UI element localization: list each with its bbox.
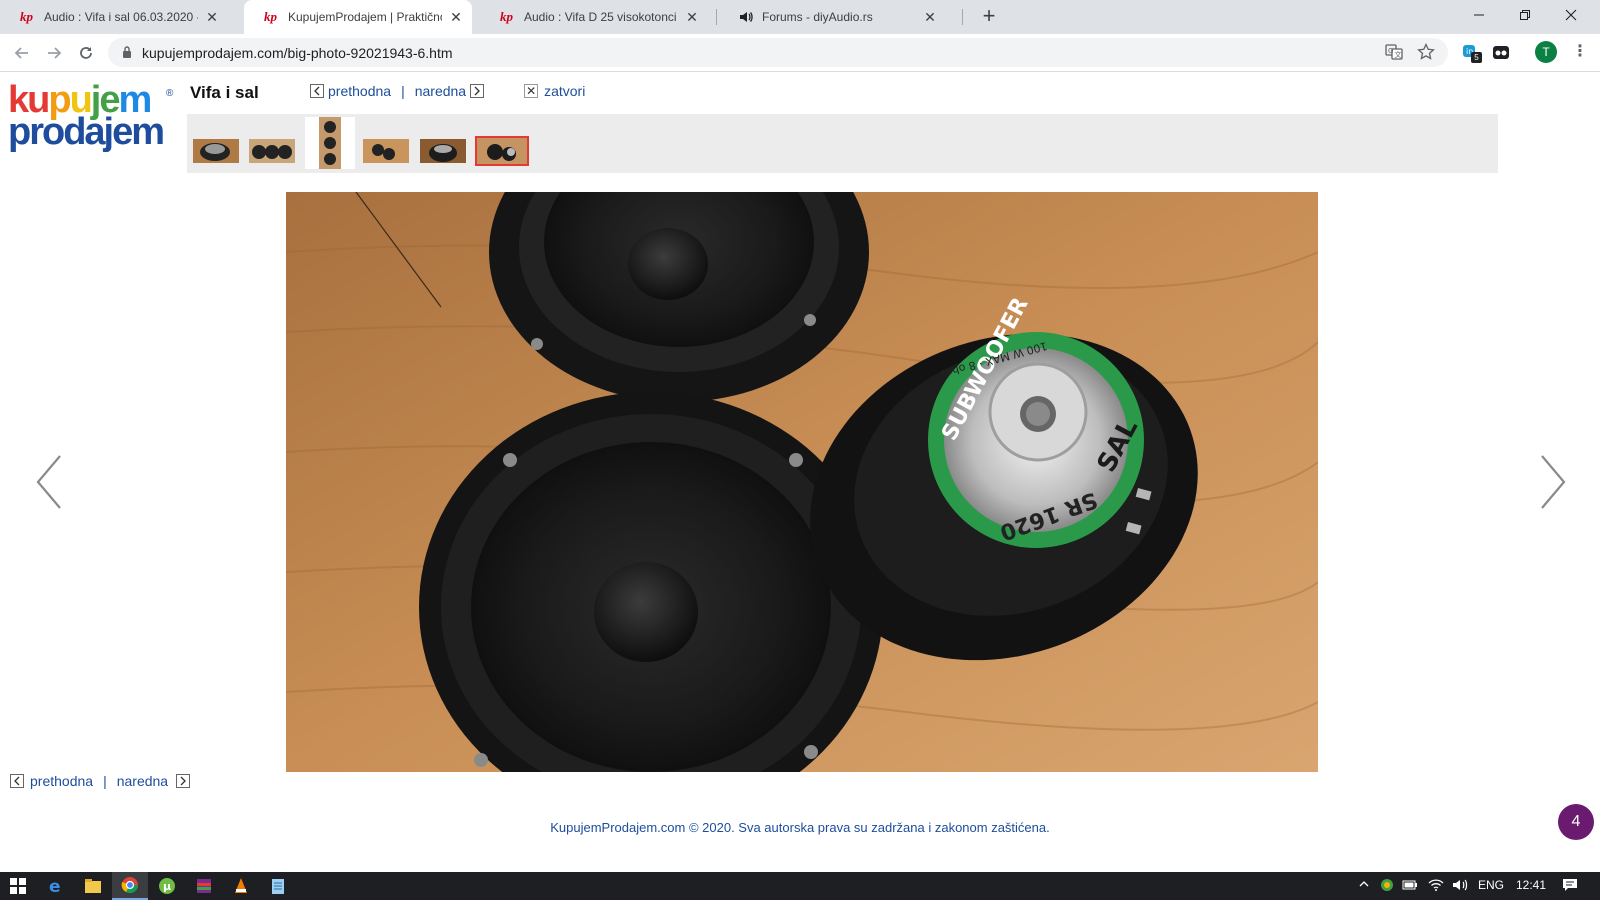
next-photo-link[interactable]: naredna: [117, 773, 168, 789]
thumbnail-4[interactable]: [363, 139, 409, 163]
thumbnail-2[interactable]: [249, 139, 295, 163]
close-tab-icon[interactable]: ✕: [922, 9, 938, 25]
forward-button[interactable]: [42, 41, 66, 65]
lock-icon: [123, 46, 131, 58]
minimize-icon: [1474, 14, 1484, 16]
tray-chevron-up-icon[interactable]: [1358, 878, 1370, 893]
svg-text:µ: µ: [163, 880, 171, 893]
kp-favicon-icon: kp: [20, 9, 33, 24]
windows-logo-icon: [10, 878, 26, 894]
new-tab-button[interactable]: +: [978, 5, 1000, 28]
prev-photo-link[interactable]: prethodna: [328, 83, 391, 99]
thumbnail-6-selected[interactable]: [475, 136, 529, 166]
restore-icon: [1520, 10, 1530, 20]
browser-menu-icon[interactable]: ⋮: [1572, 42, 1588, 62]
tab-title: KupujemProdajem | Praktično sve: [288, 10, 442, 24]
thumbnail-5[interactable]: [420, 139, 466, 163]
chevron-right-icon: [1541, 455, 1566, 509]
tab-kupujemprodajem[interactable]: kp KupujemProdajem | Praktično sve ✕: [244, 0, 472, 34]
profile-avatar[interactable]: T: [1535, 41, 1557, 63]
utorrent-taskbar-icon[interactable]: µ: [149, 872, 185, 900]
close-gallery-link[interactable]: zatvori: [544, 83, 585, 99]
nav-separator: |: [401, 83, 405, 99]
tab-strip: kp Audio : Vifa i sal 06.03.2020 - ID 9 …: [0, 0, 1600, 34]
tab-divider: [716, 9, 717, 25]
kp-favicon-icon: kp: [264, 9, 277, 24]
restore-window-button[interactable]: [1502, 0, 1548, 30]
extension-badge: 5: [1471, 52, 1482, 63]
tab-divider: [962, 9, 963, 25]
language-indicator[interactable]: ENG: [1478, 878, 1504, 892]
next-arrow-icon[interactable]: [176, 774, 191, 788]
close-tab-icon[interactable]: ✕: [684, 9, 700, 25]
minimize-window-button[interactable]: [1456, 0, 1502, 30]
chrome-taskbar-icon[interactable]: [112, 872, 148, 900]
browser-toolbar: kupujemprodajem.com/big-photo-92021943-6…: [0, 34, 1600, 72]
action-center-icon[interactable]: [1562, 878, 1578, 895]
nav-separator: |: [103, 773, 107, 789]
next-photo-link[interactable]: naredna: [415, 83, 466, 99]
volume-icon[interactable]: [1452, 878, 1468, 895]
url-text: kupujemprodajem.com/big-photo-92021943-6…: [142, 45, 453, 61]
logo-line-prodajem: prodajem: [8, 111, 165, 153]
logo-registered-mark: ®: [166, 88, 174, 99]
prev-arrow-icon[interactable]: [10, 774, 24, 788]
tab-title: Audio : Vifa D 25 visokotonci 06.0: [524, 10, 678, 24]
thumbnail-3[interactable]: [305, 117, 355, 169]
windows-start-button[interactable]: [0, 872, 36, 900]
svg-text:文: 文: [1395, 50, 1402, 59]
windows-taskbar: e µ ENG 12:41: [0, 872, 1600, 900]
photo-nav-top: prethodna | naredna ✕ zatvori: [310, 82, 585, 100]
speaker-icon: [738, 9, 754, 25]
next-photo-arrow[interactable]: [1538, 452, 1568, 512]
close-tab-icon[interactable]: ✕: [204, 9, 220, 25]
tab-manager-extension-icon[interactable]: [1492, 43, 1512, 63]
tab-diyaudio-forums[interactable]: Forums - diyAudio.rs ✕: [718, 0, 946, 34]
file-explorer-taskbar-icon[interactable]: [75, 872, 111, 900]
prev-photo-link[interactable]: prethodna: [30, 773, 93, 789]
clock[interactable]: 12:41: [1516, 878, 1546, 892]
tab-title: Forums - diyAudio.rs: [762, 10, 873, 24]
notepad-taskbar-icon[interactable]: [260, 872, 296, 900]
kp-favicon-icon: kp: [500, 9, 513, 24]
photo-nav-bottom: prethodna | naredna: [10, 772, 191, 790]
tab-vifa-d25[interactable]: kp Audio : Vifa D 25 visokotonci 06.0 ✕: [480, 0, 708, 34]
tab-title: Audio : Vifa i sal 06.03.2020 - ID 9: [44, 10, 198, 24]
translate-icon[interactable]: G文: [1384, 43, 1404, 63]
winrar-taskbar-icon[interactable]: [186, 872, 222, 900]
chevron-left-icon: [36, 455, 61, 509]
main-photo[interactable]: SUBWOOFER SR 1620 SAL 100 W MAX · 8 ohm: [286, 192, 1318, 772]
bookmark-star-icon[interactable]: [1416, 42, 1436, 63]
tray-app-icon[interactable]: [1380, 878, 1394, 895]
address-bar[interactable]: kupujemprodajem.com/big-photo-92021943-6…: [108, 38, 1448, 67]
edge-taskbar-icon[interactable]: e: [38, 872, 74, 900]
battery-icon[interactable]: [1402, 878, 1418, 895]
svg-text:e: e: [49, 877, 61, 895]
wifi-icon[interactable]: [1428, 878, 1444, 895]
close-x-icon[interactable]: ✕: [524, 84, 539, 98]
vlc-taskbar-icon[interactable]: [223, 872, 259, 900]
tab-vifa-i-sal[interactable]: kp Audio : Vifa i sal 06.03.2020 - ID 9 …: [0, 0, 228, 34]
thumbnail-strip: [187, 114, 1498, 173]
close-icon: [1565, 9, 1577, 21]
prev-arrow-icon[interactable]: [310, 84, 324, 98]
close-tab-icon[interactable]: ✕: [448, 9, 464, 25]
notification-badge[interactable]: 4: [1558, 804, 1594, 840]
svg-text:G: G: [1388, 47, 1393, 55]
back-button[interactable]: [10, 41, 34, 65]
prev-photo-arrow[interactable]: [34, 452, 64, 512]
copyright-footer: KupujemProdajem.com © 2020. Sva autorska…: [550, 820, 1050, 835]
next-arrow-icon[interactable]: [470, 84, 485, 98]
extension-icon[interactable]: in 5: [1462, 43, 1482, 63]
back-arrow-icon: [14, 47, 28, 59]
reload-button[interactable]: [74, 41, 98, 65]
close-window-button[interactable]: [1548, 0, 1594, 30]
forward-arrow-icon: [48, 47, 62, 59]
kupujemprodajem-logo[interactable]: kupujem kupujem prodajem ®: [8, 81, 176, 154]
thumbnail-1[interactable]: [193, 139, 239, 163]
ad-title: Vifa i sal: [190, 83, 259, 102]
reload-icon: [80, 47, 92, 59]
